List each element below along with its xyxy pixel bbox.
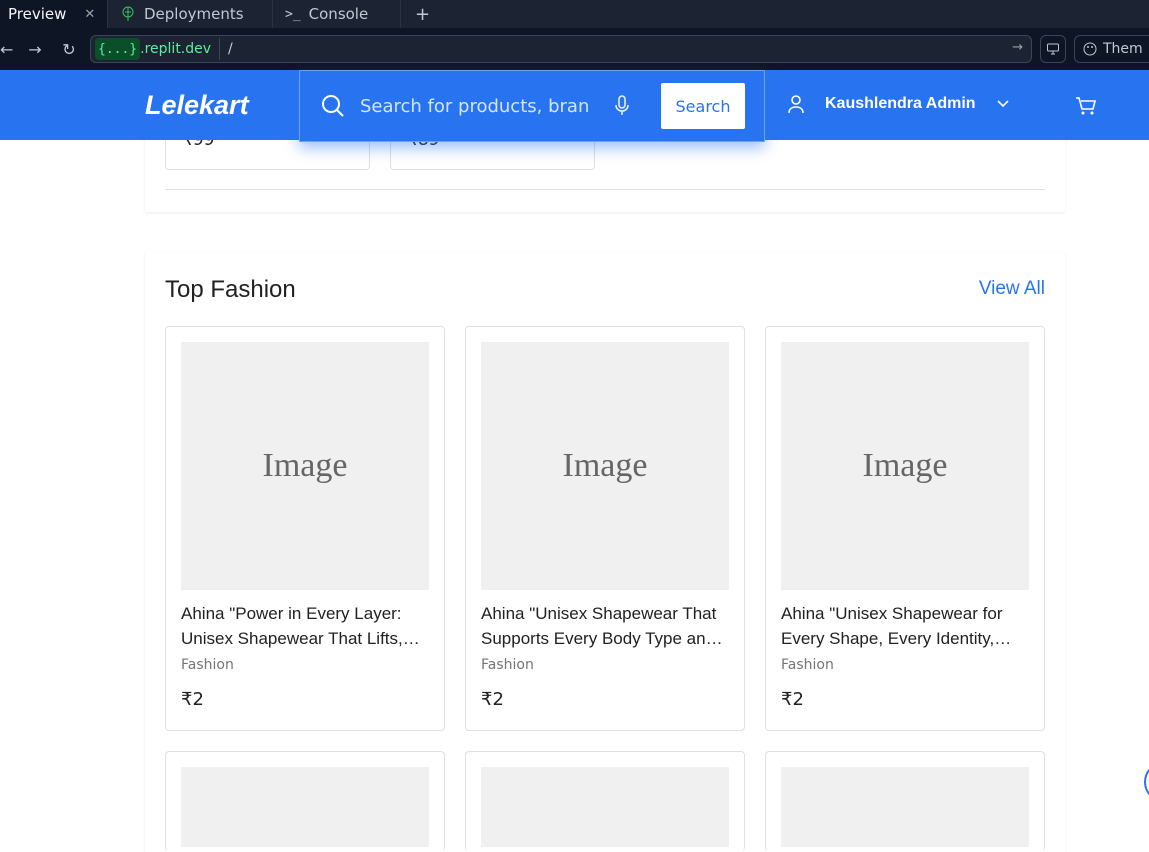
product-card[interactable]: Image Ahina "Unisex Shapewear for Every … <box>765 326 1045 731</box>
chevron-down-icon <box>996 100 1009 108</box>
floating-chat-button[interactable] <box>1144 762 1149 802</box>
close-icon[interactable]: ✕ <box>84 7 95 22</box>
dev-domain-badge: {...} <box>95 38 141 60</box>
url-field[interactable]: {...} .replit.dev / → <box>90 35 1032 63</box>
open-arrow-icon[interactable]: → <box>1012 40 1023 55</box>
search-icon <box>322 95 344 117</box>
add-tab-button[interactable]: + <box>401 0 444 28</box>
deploy-icon <box>122 6 134 21</box>
product-price: ₹2 <box>781 689 804 710</box>
product-image <box>181 767 429 847</box>
product-card[interactable]: Image Ahina "Unisex Shapewear That Suppo… <box>465 326 745 731</box>
mic-icon[interactable] <box>612 95 632 117</box>
tab-bar: Preview ✕ Deployments >_ Console + <box>0 0 1149 28</box>
product-image <box>781 767 1029 847</box>
user-name: Kaushlendra Admin <box>825 95 976 112</box>
product-name: Ahina "Unisex Shapewear That Supports Ev… <box>481 604 717 648</box>
user-menu[interactable]: Kaushlendra Admin <box>787 94 1010 114</box>
tab-console[interactable]: >_ Console <box>273 0 401 28</box>
tab-console-label: Console <box>308 5 369 23</box>
tab-preview[interactable]: Preview ✕ <box>0 0 108 28</box>
product-card[interactable] <box>165 751 445 851</box>
url-domain: .replit.dev <box>140 41 212 57</box>
terminal-icon: >_ <box>285 6 301 22</box>
logo[interactable]: Lelekart <box>145 90 249 121</box>
search-button[interactable]: Search <box>661 83 745 129</box>
theme-button[interactable]: Them <box>1074 35 1149 63</box>
product-image: Image <box>781 342 1029 590</box>
reload-icon[interactable]: ↻ <box>52 28 86 70</box>
user-icon <box>788 95 804 114</box>
forward-icon[interactable]: → <box>18 28 52 70</box>
product-name: Ahina "Power in Every Layer: Unisex Shap… <box>181 604 403 648</box>
product-category: Fashion <box>181 657 234 673</box>
product-image: Image <box>481 342 729 590</box>
product-category: Fashion <box>781 657 834 673</box>
tab-preview-label: Preview <box>8 5 67 23</box>
address-bar: ← → ↻ {...} .replit.dev / → Them <box>0 28 1149 70</box>
product-image: Image <box>181 342 429 590</box>
section-title: Top Fashion <box>165 276 296 303</box>
url-path: / <box>219 38 233 60</box>
search-input[interactable] <box>360 92 588 120</box>
product-price: ₹2 <box>481 689 504 710</box>
view-all-link[interactable]: View All <box>979 278 1045 300</box>
back-icon[interactable]: ← <box>0 28 18 70</box>
product-card[interactable]: Image Ahina "Power in Every Layer: Unise… <box>165 326 445 731</box>
plus-icon: + <box>415 3 431 25</box>
product-card[interactable] <box>765 751 1045 851</box>
search-box: Search <box>299 70 765 142</box>
product-category: Fashion <box>481 657 534 673</box>
tab-deployments-label: Deployments <box>144 5 244 23</box>
palette-icon <box>1083 42 1097 56</box>
product-name: Ahina "Unisex Shapewear for Every Shape,… <box>781 604 1003 648</box>
devices-button[interactable] <box>1040 35 1066 63</box>
product-price: ₹2 <box>181 689 204 710</box>
top-fashion-section: Top Fashion View All Image Ahina "Power … <box>145 252 1065 852</box>
tab-deployments[interactable]: Deployments <box>108 0 273 28</box>
cart-icon[interactable] <box>1075 96 1097 116</box>
product-card[interactable] <box>465 751 745 851</box>
theme-label: Them <box>1103 41 1143 57</box>
product-image <box>481 767 729 847</box>
divider <box>165 189 1045 190</box>
devices-icon <box>1047 43 1059 55</box>
